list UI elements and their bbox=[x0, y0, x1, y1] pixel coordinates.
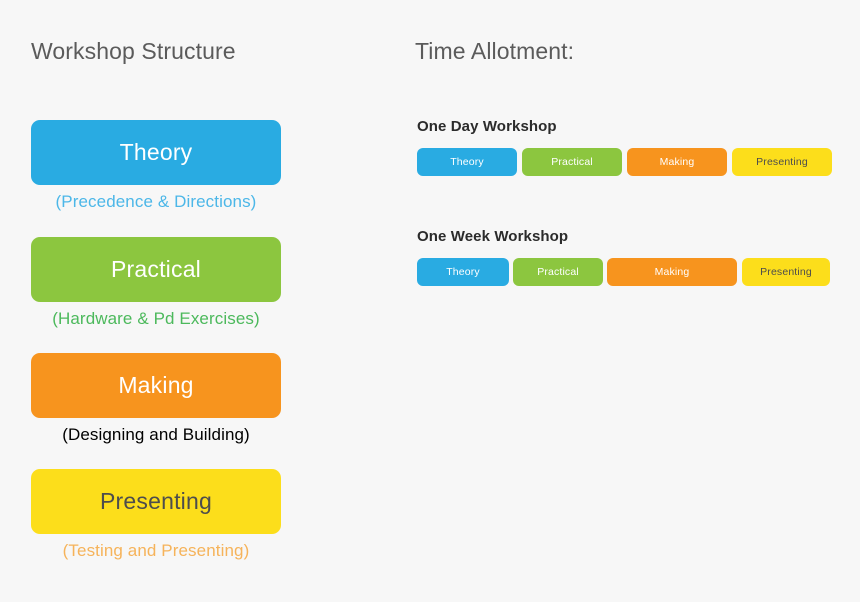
schedule-segment-presenting: Presenting bbox=[732, 148, 832, 176]
schedule-segment-label: Making bbox=[654, 266, 690, 278]
schedule-bar-row: Theory Practical Making Presenting bbox=[415, 258, 835, 286]
schedule-segment-presenting: Presenting bbox=[742, 258, 830, 286]
stage-block-label: Presenting bbox=[100, 488, 212, 514]
stage-block-making: Making bbox=[31, 353, 281, 418]
schedule-segment-label: Making bbox=[659, 156, 695, 168]
stage-caption: (Precedence & Directions) bbox=[55, 192, 257, 211]
schedule-segment-theory: Theory bbox=[417, 258, 509, 286]
stage-item-presenting: Presenting (Testing and Presenting) bbox=[31, 469, 281, 561]
schedule-one-week-workshop: One Week Workshop Theory Practical Makin… bbox=[415, 228, 835, 286]
stage-block-label: Making bbox=[118, 372, 194, 398]
poster-canvas: Workshop Structure Time Allotment: Theor… bbox=[0, 0, 860, 602]
stage-block-label: Practical bbox=[111, 256, 201, 282]
stage-caption: (Designing and Building) bbox=[62, 425, 250, 444]
stage-caption: (Hardware & Pd Exercises) bbox=[52, 309, 260, 328]
schedule-heading: One Week Workshop bbox=[417, 228, 569, 245]
schedule-segment-practical: Practical bbox=[522, 148, 622, 176]
stage-block-presenting: Presenting bbox=[31, 469, 281, 534]
stage-caption: (Testing and Presenting) bbox=[62, 541, 250, 560]
stage-item-making: Making (Designing and Building) bbox=[31, 353, 281, 445]
stage-item-practical: Practical (Hardware & Pd Exercises) bbox=[31, 237, 281, 329]
schedule-one-day-workshop: One Day Workshop Theory Practical Making… bbox=[415, 118, 835, 176]
schedule-heading: One Day Workshop bbox=[417, 118, 557, 135]
schedule-segment-practical: Practical bbox=[513, 258, 603, 286]
schedule-segment-label: Presenting bbox=[760, 266, 812, 278]
schedule-segment-making: Making bbox=[627, 148, 727, 176]
page-title-time-allotment: Time Allotment: bbox=[415, 38, 575, 64]
stage-block-label: Theory bbox=[119, 139, 193, 165]
schedule-segment-theory: Theory bbox=[417, 148, 517, 176]
schedule-segment-label: Theory bbox=[446, 266, 480, 278]
stage-block-practical: Practical bbox=[31, 237, 281, 302]
stage-block-theory: Theory bbox=[31, 120, 281, 185]
schedule-segment-label: Theory bbox=[450, 156, 484, 168]
schedule-segment-label: Practical bbox=[551, 156, 593, 168]
schedule-bar-row: Theory Practical Making Presenting bbox=[415, 148, 835, 176]
schedule-segment-label: Practical bbox=[537, 266, 579, 278]
schedule-segment-label: Presenting bbox=[756, 156, 808, 168]
stage-item-theory: Theory (Precedence & Directions) bbox=[31, 120, 281, 212]
page-title-workshop-structure: Workshop Structure bbox=[31, 38, 236, 64]
schedule-segment-making: Making bbox=[607, 258, 737, 286]
